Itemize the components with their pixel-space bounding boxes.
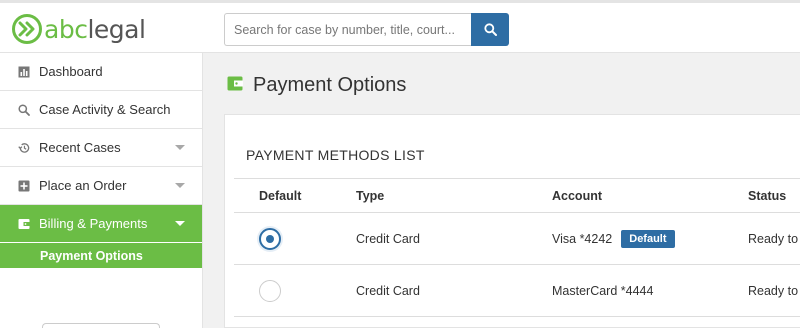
search-input[interactable] [224,13,471,46]
type-cell: Credit Card [356,231,420,246]
chevron-down-icon[interactable] [175,221,185,226]
default-badge: Default [621,229,675,248]
abclegal-logo[interactable]: abclegal [12,11,146,47]
default-radio[interactable] [259,279,281,302]
payment-methods-table: Default Type Account Status Credit Card … [234,178,800,317]
table-row: Credit Card MasterCard *4444 Ready to u [234,265,800,317]
page-header: Payment Options [227,74,406,97]
sidebar-item-billing-payments[interactable]: Billing & Payments [0,205,202,243]
default-radio-selected[interactable] [259,227,281,250]
table-row: Credit Card Visa *4242 Default Ready to … [234,213,800,265]
page-title: Payment Options [253,74,407,96]
search-bar [224,13,509,46]
account-cell: Visa *4242 Default [552,213,675,264]
sidebar-item-label: Dashboard [39,64,103,79]
logo-chevron-icon [12,14,42,44]
sidebar: Dashboard Case Activity & Search Recent … [0,53,203,328]
default-cell [259,265,281,316]
search-icon [18,103,30,116]
sidebar-item-recent-cases[interactable]: Recent Cases [0,129,202,167]
account-cell: MasterCard *4444 [552,265,653,316]
payment-methods-panel: PAYMENT METHODS LIST Default Type Accoun… [224,114,800,328]
sidebar-item-label: Recent Cases [39,140,121,155]
wallet-icon [18,218,30,230]
sidebar-subitem-payment-options[interactable]: Payment Options [0,243,202,268]
account-number: MasterCard *4444 [552,283,654,298]
sidebar-button-partial[interactable] [42,323,160,328]
chevron-down-icon[interactable] [175,183,185,188]
sidebar-item-label: Place an Order [39,178,127,193]
column-header-status: Status [748,188,787,203]
logo-wordmark: abclegal [44,14,146,44]
status-cell: Ready to u [748,283,800,298]
top-bar: abclegal [0,0,800,53]
plus-square-icon [18,180,30,192]
panel-title: PAYMENT METHODS LIST [246,147,425,163]
default-cell [259,213,281,264]
table-header-row: Default Type Account Status [234,178,800,213]
account-number: Visa *4242 [552,231,613,246]
wallet-icon [227,76,243,96]
bar-chart-icon [18,66,30,78]
search-button[interactable] [471,13,509,46]
column-header-account: Account [552,188,602,203]
status-cell: Ready to u [748,231,800,246]
sidebar-item-dashboard[interactable]: Dashboard [0,53,202,91]
column-header-default: Default [259,188,302,203]
sidebar-item-place-order[interactable]: Place an Order [0,167,202,205]
column-header-type: Type [356,188,385,203]
sidebar-item-label: Billing & Payments [39,216,148,231]
history-icon [18,142,30,154]
chevron-down-icon[interactable] [175,145,185,150]
sidebar-item-label: Case Activity & Search [39,102,171,117]
type-cell: Credit Card [356,283,420,298]
search-icon [483,23,497,36]
sidebar-item-case-activity[interactable]: Case Activity & Search [0,91,202,129]
